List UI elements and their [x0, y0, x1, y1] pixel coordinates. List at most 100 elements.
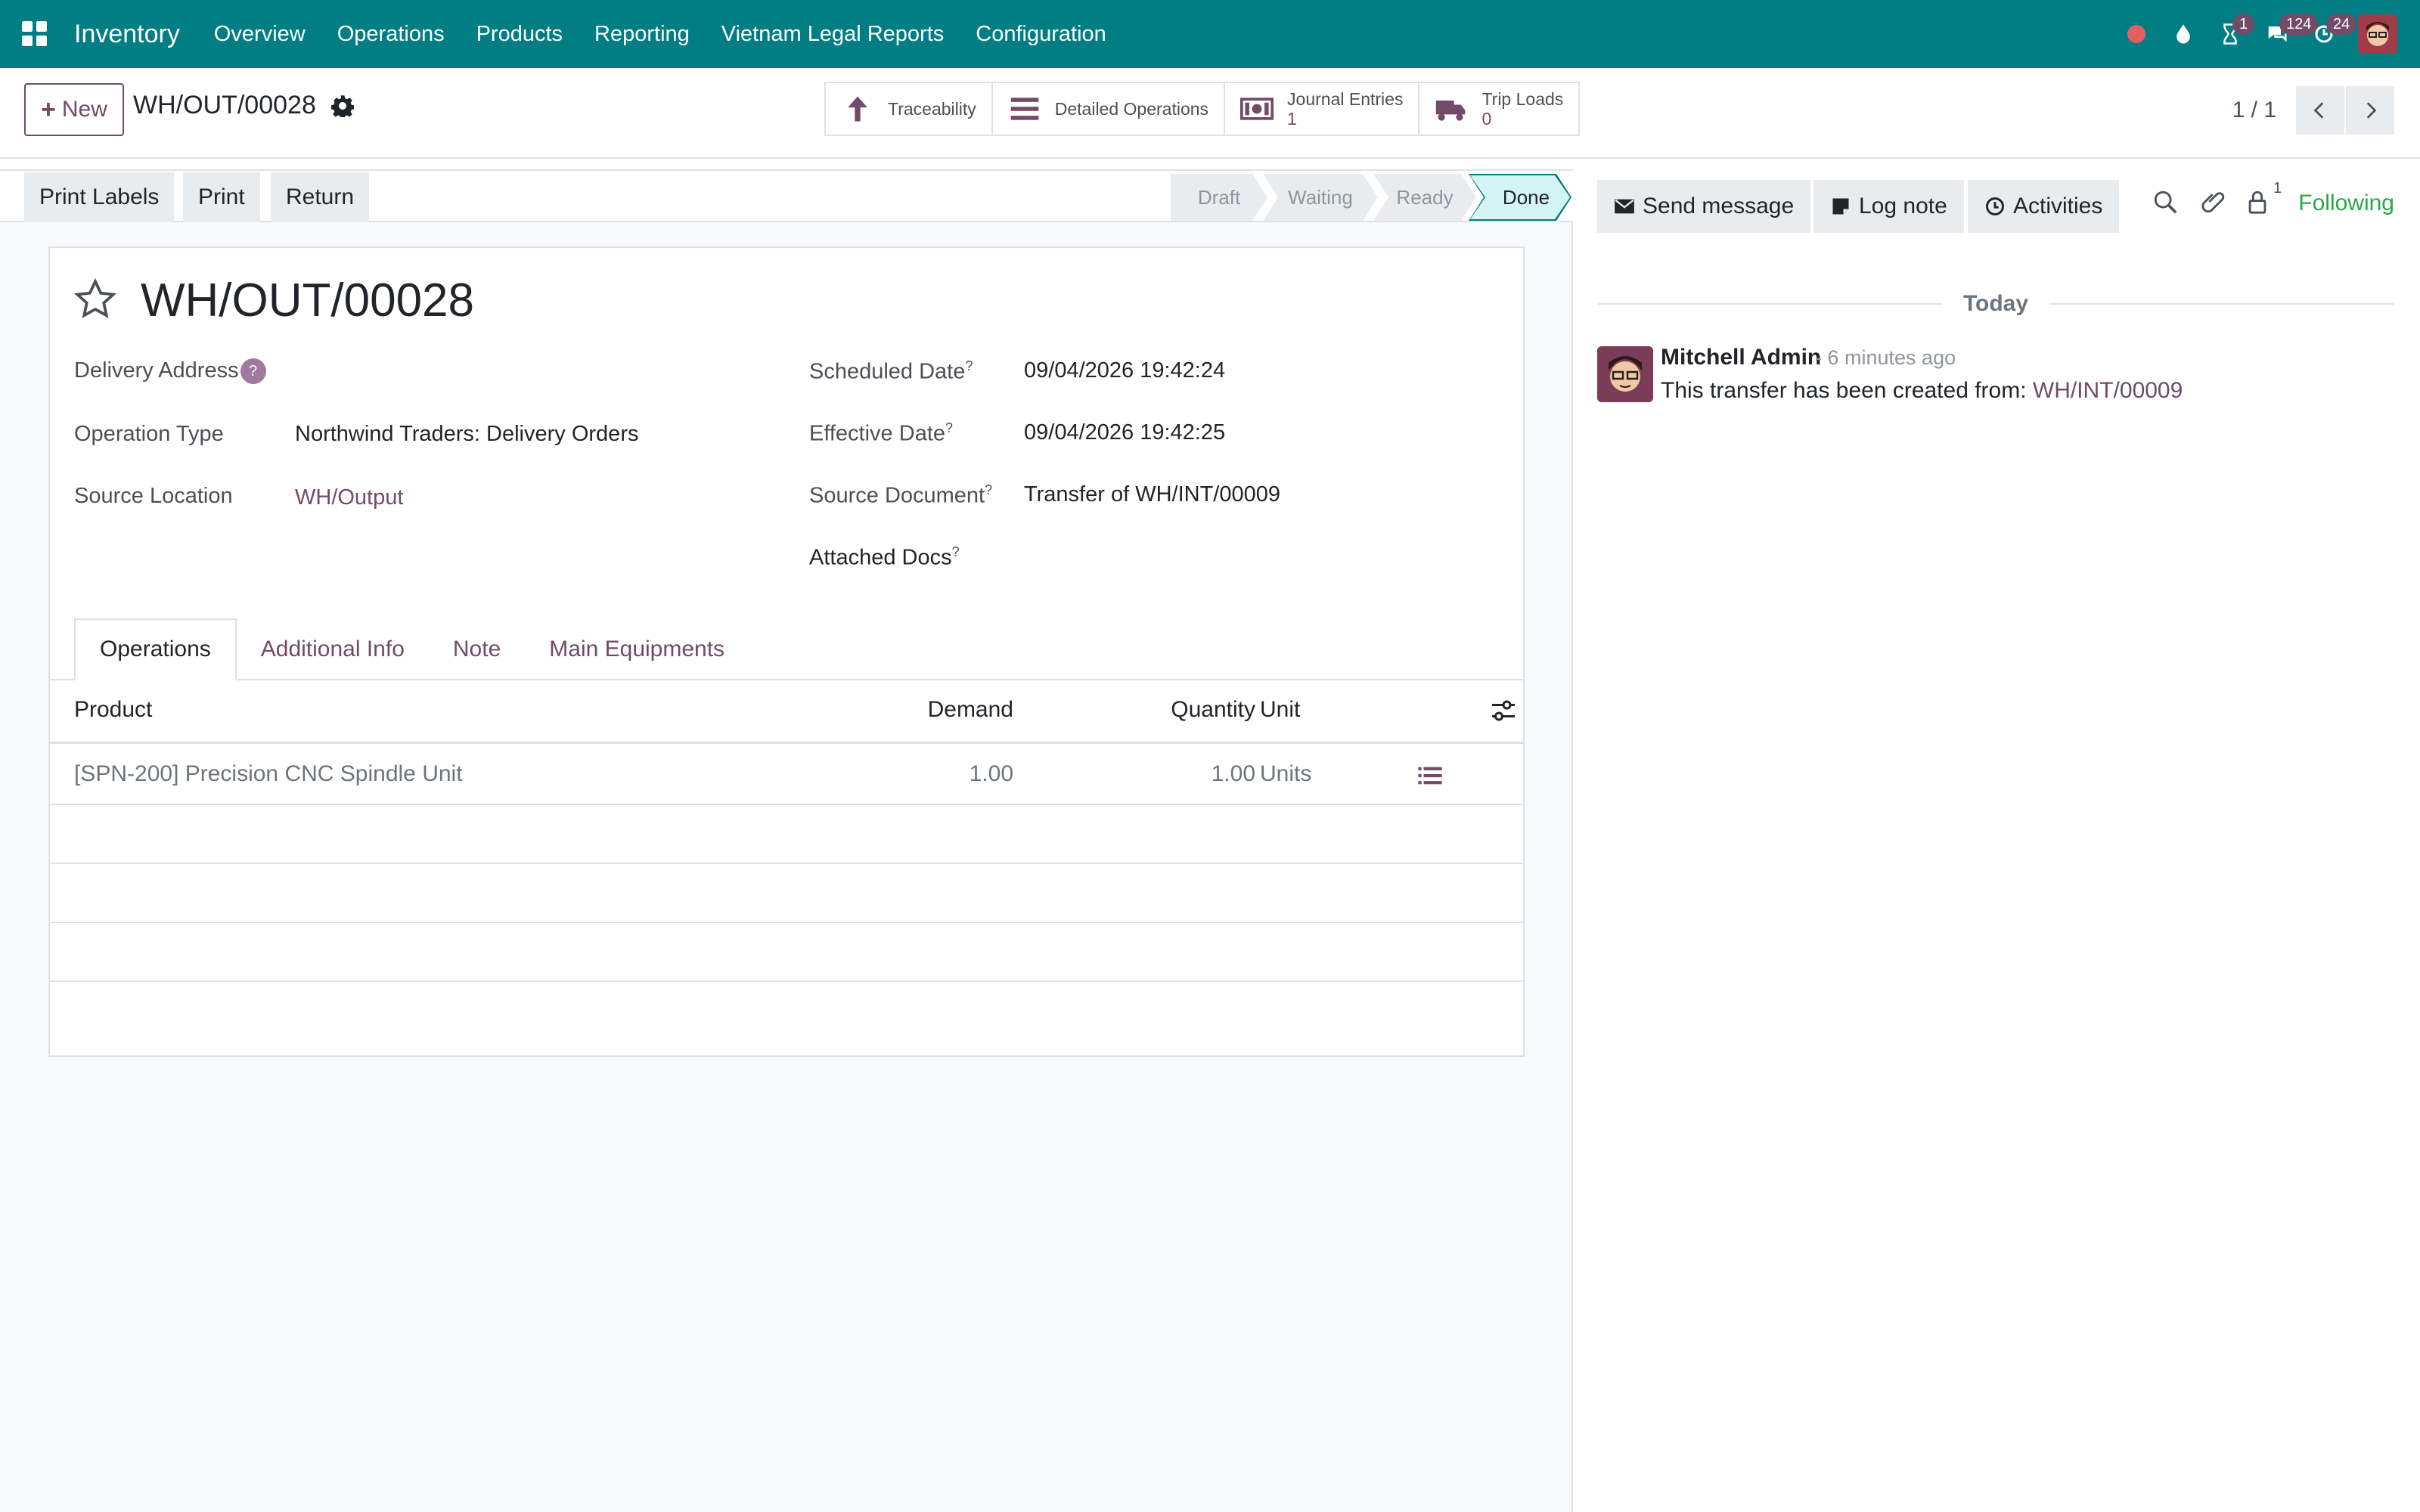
following-button[interactable]: Following [2298, 191, 2394, 216]
clock-icon [1986, 197, 2004, 215]
tab-operations[interactable]: Operations [74, 618, 237, 680]
activities-button[interactable]: Activities [1968, 180, 2120, 233]
row-quantity[interactable]: 1.00 [1212, 761, 1255, 787]
row-product[interactable]: [SPN-200] Precision CNC Spindle Unit [74, 761, 463, 787]
print-button[interactable]: Print [183, 172, 260, 222]
scheduled-date-label: Scheduled Date? [809, 358, 973, 384]
menu-vietnam-legal-reports[interactable]: Vietnam Legal Reports [706, 22, 960, 47]
theme-toggle[interactable] [2160, 0, 2207, 68]
search-icon[interactable] [2152, 189, 2178, 215]
source-document-field[interactable]: Transfer of WH/INT/00009 [1024, 482, 1280, 507]
tab-note[interactable]: Note [429, 618, 525, 680]
log-note-label: Log note [1859, 194, 1947, 218]
stage-done-label: Done [1502, 185, 1550, 209]
stage-draft: Draft [1171, 174, 1267, 221]
log-note-button[interactable]: Log note [1813, 180, 1964, 233]
sticky-note-icon [1832, 198, 1849, 215]
source-document-label-text: Source Document [809, 483, 985, 508]
stage-ready-label: Ready [1396, 185, 1454, 209]
top-navbar: Inventory Overview Operations Products R… [0, 0, 2420, 68]
tab-main-equipments[interactable]: Main Equipments [525, 618, 749, 680]
page: Inventory Overview Operations Products R… [0, 0, 2420, 1512]
user-avatar[interactable] [2358, 14, 2397, 54]
updates-badge: 24 [2326, 14, 2357, 35]
scheduled-date-field[interactable]: 09/04/2026 19:42:24 [1024, 358, 1225, 383]
messages-systray[interactable]: 124 [2254, 0, 2319, 68]
trip-loads-button[interactable]: Trip Loads 0 [1419, 83, 1578, 135]
source-location-label: Source Location [74, 484, 233, 508]
menu-operations[interactable]: Operations [321, 22, 461, 47]
paperclip-icon[interactable] [2201, 189, 2226, 215]
operation-type-field[interactable]: Northwind Traders: Delivery Orders [295, 422, 638, 447]
column-demand[interactable]: Demand [928, 697, 1013, 723]
optional-columns-icon[interactable] [1490, 697, 1517, 724]
tab-additional-info[interactable]: Additional Info [237, 618, 429, 680]
attached-docs-label: Attached Docs? [809, 544, 960, 570]
pager-next-button[interactable] [2344, 86, 2394, 135]
menu-configuration[interactable]: Configuration [960, 22, 1122, 47]
notebook-tabs: Operations Additional Info Note Main Equ… [74, 618, 749, 680]
detailed-list-icon[interactable] [1417, 763, 1443, 789]
breadcrumb: WH/OUT/00028 [133, 91, 354, 120]
separator-line [1597, 303, 1942, 305]
return-button[interactable]: Return [271, 172, 370, 222]
detailed-operations-button[interactable]: Detailed Operations [993, 83, 1226, 135]
stage-waiting-label: Waiting [1288, 185, 1353, 209]
journal-entries-label: Journal Entries [1287, 89, 1404, 109]
form-sheet: WH/OUT/00028 Delivery Address? Operation… [48, 246, 1525, 1057]
app-brand[interactable]: Inventory [74, 20, 180, 49]
journal-entries-button[interactable]: Journal Entries 1 [1225, 83, 1420, 135]
menu-overview[interactable]: Overview [198, 22, 321, 47]
effective-date-label: Effective Date? [809, 420, 954, 446]
journal-entries-count: 1 [1287, 109, 1297, 129]
pager-previous-button[interactable] [2294, 86, 2344, 135]
empty-table-row [50, 805, 1523, 864]
menu-reporting[interactable]: Reporting [579, 22, 706, 47]
envelope-icon [1615, 199, 1634, 214]
menu-products[interactable]: Products [461, 22, 579, 47]
effective-date-field[interactable]: 09/04/2026 19:42:25 [1024, 420, 1225, 445]
new-button[interactable]: + New [24, 83, 124, 136]
message-author[interactable]: Mitchell Admin [1661, 345, 1821, 370]
print-labels-button[interactable]: Print Labels [24, 172, 175, 222]
send-message-label: Send message [1643, 194, 1795, 218]
user-avatar-image [2358, 14, 2397, 54]
pager-value[interactable]: 1 / 1 [2232, 98, 2276, 123]
traceability-label: Traceability [888, 98, 976, 119]
detailed-operations-label: Detailed Operations [1054, 98, 1209, 119]
new-button-label: New [61, 97, 107, 122]
recording-indicator[interactable] [2113, 0, 2160, 68]
help-icon[interactable]: ? [240, 358, 266, 384]
message-link[interactable]: WH/INT/00009 [2033, 378, 2183, 403]
updates-systray[interactable]: 24 [2301, 0, 2357, 68]
source-location-link[interactable]: WH/Output [295, 485, 403, 510]
arrow-up-icon [848, 96, 867, 122]
table-row[interactable]: [SPN-200] Precision CNC Spindle Unit 1.0… [50, 746, 1523, 805]
lock-icon[interactable] [2245, 189, 2270, 215]
stage-waiting: Waiting [1263, 174, 1378, 221]
traceability-button[interactable]: Traceability [826, 83, 993, 135]
message-avatar[interactable] [1597, 346, 1653, 402]
breadcrumb-record: WH/OUT/00028 [133, 91, 316, 119]
form-area: WH/OUT/00028 Delivery Address? Operation… [0, 222, 1573, 1512]
systray: 1 124 24 [2113, 0, 2420, 68]
trip-loads-label: Trip Loads [1481, 89, 1564, 109]
droplet-icon [2176, 24, 2190, 44]
chatter-panel: Send message Log note Activities 1 Follo… [1573, 159, 2420, 1512]
send-message-button[interactable]: Send message [1597, 180, 1811, 233]
row-demand[interactable]: 1.00 [970, 761, 1013, 787]
chevron-left-icon [2313, 102, 2324, 119]
star-icon[interactable] [73, 277, 118, 322]
pager: 1 / 1 [2232, 86, 2394, 135]
column-product[interactable]: Product [74, 697, 152, 723]
activities-systray[interactable]: 1 [2207, 0, 2255, 68]
chevron-right-icon [2366, 102, 2377, 119]
apps-menu-icon[interactable] [0, 0, 70, 68]
column-quantity[interactable]: Quantity [1171, 697, 1255, 723]
column-unit[interactable]: Unit [1260, 697, 1300, 723]
activities-badge: 1 [2232, 14, 2255, 35]
row-unit[interactable]: Units [1260, 761, 1311, 787]
gear-icon[interactable] [330, 94, 354, 117]
stage-done: Done [1469, 174, 1571, 221]
status-bar: Print Labels Print Return Draft Waiting … [0, 169, 1573, 222]
